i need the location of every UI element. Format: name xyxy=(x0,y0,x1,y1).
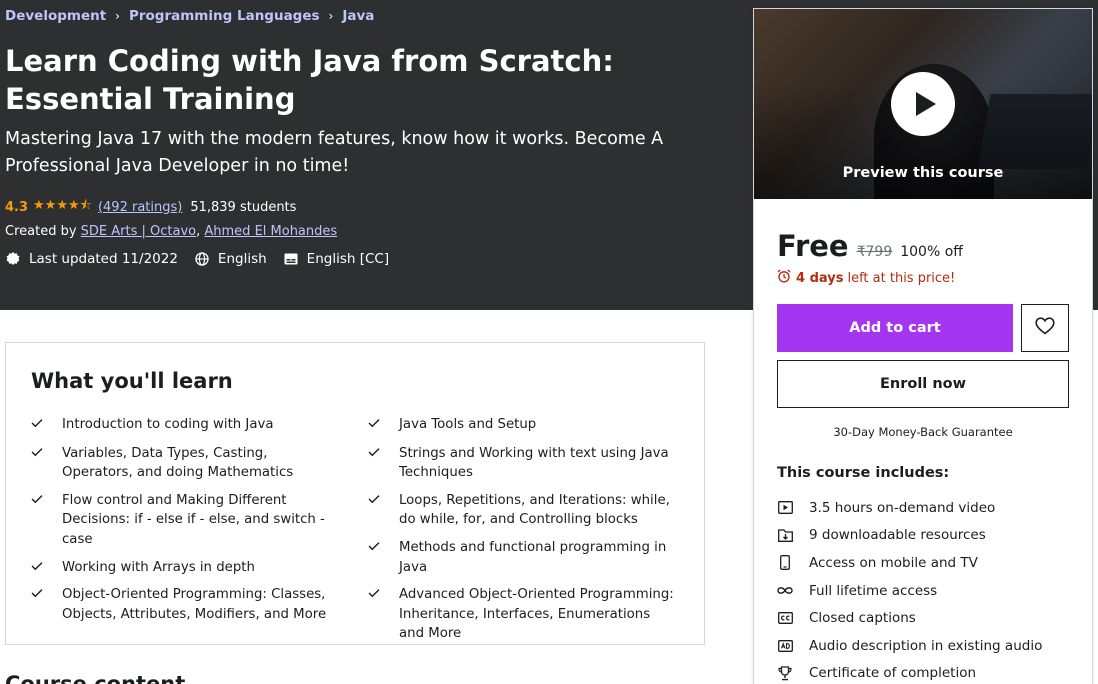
learn-item: Variables, Data Types, Casting, Operator… xyxy=(31,444,341,483)
course-content-heading: Course content xyxy=(5,672,186,684)
preview-label[interactable]: Preview this course xyxy=(754,165,1092,181)
course-preview-video[interactable]: Preview this course xyxy=(754,9,1092,199)
play-icon[interactable] xyxy=(891,72,955,136)
heart-icon xyxy=(1035,317,1055,339)
money-back-guarantee: 30-Day Money-Back Guarantee xyxy=(833,425,1013,439)
check-icon xyxy=(31,585,45,624)
timer-text: left at this price! xyxy=(847,270,956,286)
trophy-icon xyxy=(777,665,793,681)
learn-item: Strings and Working with text using Java… xyxy=(368,444,678,483)
rating-value: 4.3 xyxy=(5,199,29,215)
check-icon xyxy=(368,415,382,435)
learn-item: Introduction to coding with Java xyxy=(31,415,341,435)
learn-item: Advanced Object-Oriented Programming: In… xyxy=(368,585,678,644)
chevron-right-icon: › xyxy=(115,9,120,23)
students-count: 51,839 students xyxy=(190,199,297,215)
learn-title: What you'll learn xyxy=(31,369,233,393)
check-icon xyxy=(368,491,382,530)
includes-item: 3.5 hours on-demand video xyxy=(777,494,1042,522)
language: English xyxy=(194,251,267,267)
course-subtitle: Mastering Java 17 with the modern featur… xyxy=(5,129,664,176)
wishlist-button[interactable] xyxy=(1021,304,1069,352)
author-link-sde-arts[interactable]: SDE Arts | Octavo xyxy=(81,224,196,239)
check-icon xyxy=(31,444,45,483)
includes-item: Closed captions xyxy=(777,604,1042,632)
current-price: Free xyxy=(777,229,849,263)
alarm-clock-icon xyxy=(777,269,791,287)
includes-item: Audio description in existing audio xyxy=(777,632,1042,660)
course-title: Learn Coding with Java from Scratch: Ess… xyxy=(5,44,614,116)
price-timer: 4 days left at this price! xyxy=(777,269,955,287)
mobile-icon xyxy=(777,555,793,571)
includes-item: Certificate of completion xyxy=(777,660,1042,684)
includes-item: Full lifetime access xyxy=(777,577,1042,605)
enroll-now-button[interactable]: Enroll now xyxy=(777,360,1069,408)
breadcrumb-java[interactable]: Java xyxy=(342,8,374,24)
check-icon xyxy=(31,415,45,435)
learn-item: Object-Oriented Programming: Classes, Ob… xyxy=(31,585,341,624)
breadcrumb-development[interactable]: Development xyxy=(5,8,106,24)
check-icon xyxy=(368,538,382,577)
price-row: Free ₹799 100% off xyxy=(777,229,963,263)
includes-item: Access on mobile and TV xyxy=(777,549,1042,577)
add-to-cart-button[interactable]: Add to cart xyxy=(777,304,1013,352)
check-icon xyxy=(368,585,382,644)
created-by-label: Created by xyxy=(5,224,81,239)
includes-list: 3.5 hours on-demand video 9 downloadable… xyxy=(777,494,1042,684)
download-icon xyxy=(777,527,793,543)
language-text: English xyxy=(217,251,267,267)
learn-item: Working with Arrays in depth xyxy=(31,558,341,578)
audio-description-icon xyxy=(777,638,793,654)
original-price: ₹799 xyxy=(856,244,893,260)
breadcrumb-programming-languages[interactable]: Programming Languages xyxy=(129,8,320,24)
learn-item: Loops, Repetitions, and Iterations: whil… xyxy=(368,491,678,530)
check-icon xyxy=(31,491,45,550)
breadcrumb: Development › Programming Languages › Ja… xyxy=(5,8,374,24)
ratings-count-link[interactable]: (492 ratings) xyxy=(98,200,182,215)
author-link-ahmed[interactable]: Ahmed El Mohandes xyxy=(204,224,337,239)
learn-item: Flow control and Making Different Decisi… xyxy=(31,491,341,550)
last-updated-text: Last updated 11/2022 xyxy=(29,251,178,267)
cc-icon xyxy=(777,610,793,626)
created-by-row: Created by SDE Arts | Octavo, Ahmed El M… xyxy=(5,224,338,239)
learn-list-right: Java Tools and Setup Strings and Working… xyxy=(368,415,678,644)
video-icon xyxy=(777,500,793,516)
learn-list-left: Introduction to coding with Java Variabl… xyxy=(31,415,341,624)
includes-title: This course includes: xyxy=(777,465,950,481)
timer-days: 4 days xyxy=(796,270,844,286)
check-icon xyxy=(31,558,45,578)
rating-row: 4.3 ★★★★⯪ (492 ratings) 51,839 students xyxy=(5,196,296,218)
alert-badge-icon xyxy=(5,251,21,267)
learn-item: Java Tools and Setup xyxy=(368,415,678,435)
globe-icon xyxy=(194,251,210,267)
check-icon xyxy=(368,444,382,483)
captions-text: English [CC] xyxy=(306,251,390,267)
captions: English [CC] xyxy=(283,251,389,267)
infinity-icon xyxy=(777,583,793,599)
purchase-sidebar: Preview this course Free ₹799 100% off 4… xyxy=(753,8,1093,684)
last-updated: Last updated 11/2022 xyxy=(5,251,178,267)
includes-item: 9 downloadable resources xyxy=(777,522,1042,550)
what-you-will-learn-box: What you'll learn Introduction to coding… xyxy=(5,342,705,645)
chevron-right-icon: › xyxy=(328,9,334,23)
star-rating-icon: ★★★★⯪ xyxy=(33,198,92,213)
course-meta-row: Last updated 11/2022 English English [CC… xyxy=(5,251,405,267)
learn-item: Methods and functional programming in Ja… xyxy=(368,538,678,577)
discount-percent: 100% off xyxy=(900,244,963,260)
captions-icon xyxy=(283,251,299,267)
